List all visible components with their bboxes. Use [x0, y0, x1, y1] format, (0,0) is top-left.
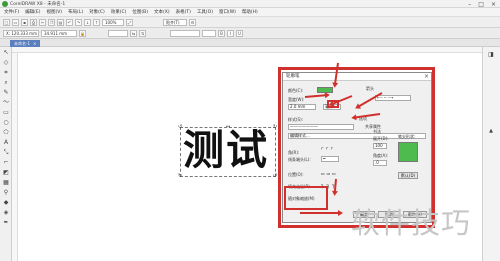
shape-tool-icon[interactable]: ◇	[2, 59, 10, 67]
mirror-h-icon[interactable]: ⇆	[130, 29, 137, 37]
fullscreen-icon[interactable]: ⤢	[126, 18, 133, 26]
transparency-icon[interactable]: ▦	[2, 179, 10, 187]
rotation-field[interactable]	[108, 29, 128, 37]
menu-item[interactable]: 文本(X)	[154, 9, 170, 15]
new-icon[interactable]: □	[3, 18, 10, 26]
open-icon[interactable]: ▭	[12, 18, 19, 26]
export-icon[interactable]: ↑	[93, 18, 100, 26]
smart-fill-icon[interactable]: ◈	[2, 209, 10, 217]
standard-toolbar: □ ▭ ▪ ⎙ ✂ ❐ ▤ ↶ ↷ ↓ ↑ 100% ⤢ 贴齐(T) ⚙	[0, 17, 500, 28]
annotation-highlight	[284, 186, 328, 210]
window-title: CorelDRAW X8 - 未命名-1	[10, 2, 66, 7]
rotate-handle-icon[interactable]: ↺	[273, 174, 277, 179]
minimize-icon[interactable]: –	[468, 1, 471, 8]
menu-item[interactable]: 效果(C)	[111, 9, 127, 15]
window-controls: – □ ×	[468, 0, 496, 8]
italic-icon[interactable]: I	[227, 29, 234, 37]
menu-item[interactable]: 表格(T)	[176, 9, 191, 15]
import-icon[interactable]: ↓	[84, 18, 91, 26]
width-field[interactable]: 34.911 mm	[41, 29, 77, 37]
menu-item[interactable]: 位图(B)	[132, 9, 148, 15]
watermark-text: 软件技巧	[351, 206, 472, 240]
zoom-select[interactable]: 100%	[102, 18, 124, 26]
drop-shadow-icon[interactable]: ◩	[2, 169, 10, 177]
ellipse-tool-icon[interactable]: ○	[2, 119, 10, 127]
annotation-arrow	[300, 209, 343, 216]
cut-icon[interactable]: ✂	[39, 18, 46, 26]
toolbox: ↖ ◇ ⌗ ⌕ ✎ 〜 ▭ ○ ⬠ A ⤡ ⌐ ◩ ▦ ⚲ ◆ ◈ ✒	[0, 47, 12, 261]
title-bar: CorelDRAW X8 - 未命名-1 – □ ×	[0, 0, 500, 8]
paste-icon[interactable]: ▤	[57, 18, 64, 26]
menu-item[interactable]: 窗口(W)	[219, 9, 236, 15]
menu-item[interactable]: 编辑(E)	[25, 9, 40, 15]
redo-icon[interactable]: ↷	[75, 18, 82, 26]
x-position-field[interactable]: X: 120.333 mm	[3, 29, 39, 37]
menu-item[interactable]: 帮助(H)	[242, 9, 258, 15]
right-docker: ◨ ▲	[482, 47, 500, 261]
zoom-tool-icon[interactable]: ⌕	[2, 79, 10, 87]
copy-icon[interactable]: ❐	[48, 18, 55, 26]
app-logo-icon	[2, 1, 8, 7]
print-icon[interactable]: ⎙	[30, 18, 37, 26]
freehand-tool-icon[interactable]: ✎	[2, 89, 10, 97]
property-bar: X: 120.333 mm 34.911 mm 🔒 ⇆ ⇅ B I U	[0, 28, 500, 39]
skew-handle-icon[interactable]: ↔	[226, 125, 230, 130]
scroll-up-icon[interactable]: ▲	[487, 127, 495, 135]
polygon-tool-icon[interactable]: ⬠	[2, 129, 10, 137]
snap-select[interactable]: 贴齐(T)	[163, 18, 187, 26]
font-select[interactable]	[170, 29, 200, 37]
eyedropper-icon[interactable]: ⚲	[2, 189, 10, 197]
connector-tool-icon[interactable]: ⌐	[2, 159, 10, 167]
font-size-select[interactable]	[202, 29, 216, 37]
bold-icon[interactable]: B	[218, 29, 225, 37]
undo-icon[interactable]: ↶	[66, 18, 73, 26]
menu-item[interactable]: 布局(L)	[68, 9, 83, 15]
close-icon[interactable]: ×	[491, 1, 496, 8]
mirror-v-icon[interactable]: ⇅	[139, 29, 146, 37]
rotate-handle-icon[interactable]: ↻	[178, 174, 182, 179]
rectangle-tool-icon[interactable]: ▭	[2, 109, 10, 117]
canvas-text[interactable]: 测试	[183, 127, 269, 173]
rotate-handle-icon[interactable]: ↺	[178, 125, 182, 130]
underline-icon[interactable]: U	[236, 29, 243, 37]
parallel-dimension-icon[interactable]: ⤡	[2, 149, 10, 157]
menu-item[interactable]: 对象(C)	[89, 9, 105, 15]
interactive-fill-icon[interactable]: ◆	[2, 199, 10, 207]
save-icon[interactable]: ▪	[21, 18, 28, 26]
artistic-media-icon[interactable]: 〜	[2, 99, 10, 107]
menu-item[interactable]: 文件(F)	[4, 9, 19, 15]
text-tool-icon[interactable]: A	[2, 139, 10, 147]
menu-item[interactable]: 视图(V)	[46, 9, 62, 15]
menu-item[interactable]: 工具(O)	[197, 9, 213, 15]
outline-pen-icon[interactable]: ✒	[2, 219, 10, 227]
tab-document[interactable]: 未命名-1 ×	[10, 40, 41, 47]
pick-tool-icon[interactable]: ↖	[2, 49, 10, 57]
lock-ratio-icon[interactable]: 🔒	[79, 29, 86, 37]
rotate-handle-icon[interactable]: ↻	[273, 125, 277, 130]
docker-icon[interactable]: ◨	[487, 51, 495, 59]
tab-close-icon[interactable]: ×	[33, 41, 36, 46]
tab-label: 未命名-1	[14, 41, 30, 46]
crop-tool-icon[interactable]: ⌗	[2, 69, 10, 77]
menu-bar: 文件(F) 编辑(E) 视图(V) 布局(L) 对象(C) 效果(C) 位图(B) 文本(X)…	[0, 8, 500, 17]
settings-icon[interactable]: ⚙	[189, 18, 196, 26]
maximize-icon[interactable]: □	[478, 1, 484, 8]
document-tabs: 未命名-1 ×	[0, 39, 500, 47]
